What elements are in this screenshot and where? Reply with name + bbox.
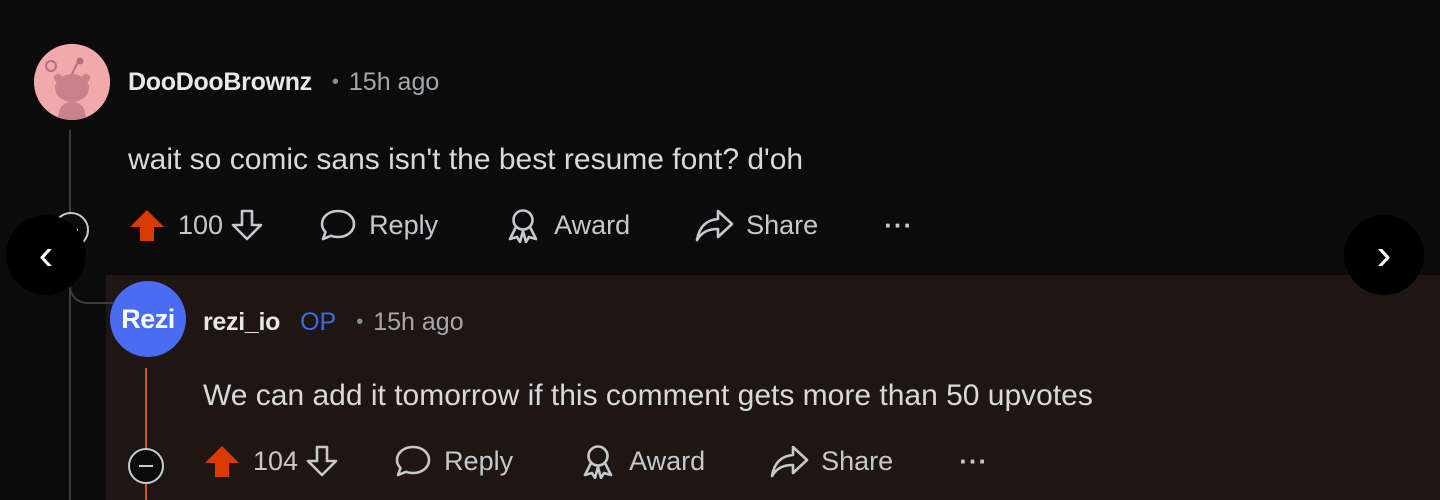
reply-body: We can add it tomorrow if this comment g… [203, 379, 1093, 412]
avatar[interactable] [34, 44, 110, 120]
reply-button[interactable]: Reply [319, 207, 438, 243]
reply-button[interactable]: Reply [394, 443, 513, 479]
timestamp[interactable]: 15h ago [349, 68, 439, 97]
reply-label: Reply [369, 209, 439, 240]
avatar[interactable]: Rezi [110, 281, 186, 357]
collapse-icon [139, 465, 153, 467]
share-button[interactable]: Share [694, 207, 818, 243]
comment-body: wait so comic sans isn't the best resume… [128, 143, 804, 176]
share-button[interactable]: Share [769, 443, 893, 479]
collapse-toggle[interactable] [128, 448, 164, 484]
next-button[interactable]: › [1344, 215, 1424, 295]
award-icon [504, 207, 542, 243]
snoo-avatar-icon [34, 44, 110, 120]
username[interactable]: DooDooBrownz [128, 68, 312, 97]
separator-dot: • [356, 311, 364, 333]
timestamp[interactable]: 15h ago [373, 308, 463, 337]
share-arrow-icon [694, 207, 734, 243]
share-arrow-icon [769, 443, 809, 479]
vote-count: 104 [253, 445, 299, 476]
comment-thread: DooDooBrownz • 15h ago wait so comic san… [0, 0, 1440, 500]
username[interactable]: rezi_io [203, 308, 280, 337]
downvote-icon[interactable] [304, 444, 340, 478]
previous-button[interactable]: ‹ [6, 215, 86, 295]
chevron-left-icon: ‹ [38, 230, 54, 279]
op-badge: OP [300, 308, 337, 336]
vote-count: 100 [178, 209, 224, 240]
avatar-text: Rezi [121, 303, 175, 334]
upvote-icon[interactable] [128, 207, 166, 243]
more-options-button[interactable]: ··· [959, 446, 988, 477]
reply-label: Reply [444, 445, 514, 476]
award-button[interactable]: Award [579, 443, 705, 479]
reply-bubble-icon [319, 207, 357, 243]
thread-line[interactable] [69, 130, 71, 500]
reply-bubble-icon [394, 443, 432, 479]
reply-actions: 104 Reply Award Share ··· [203, 443, 988, 479]
chevron-right-icon: › [1376, 230, 1392, 279]
upvote-icon[interactable] [203, 443, 241, 479]
award-label: Award [629, 445, 706, 476]
comment-actions: 100 Reply Award Share ··· [128, 207, 913, 243]
comment-meta: DooDooBrownz • 15h ago [128, 68, 439, 97]
share-label: Share [821, 445, 894, 476]
award-icon [579, 443, 617, 479]
downvote-icon[interactable] [229, 208, 265, 242]
award-label: Award [554, 209, 631, 240]
share-label: Share [746, 209, 819, 240]
separator-dot: • [331, 71, 339, 93]
award-button[interactable]: Award [504, 207, 630, 243]
more-options-button[interactable]: ··· [884, 210, 913, 241]
reply-meta: rezi_io OP • 15h ago [203, 308, 464, 337]
